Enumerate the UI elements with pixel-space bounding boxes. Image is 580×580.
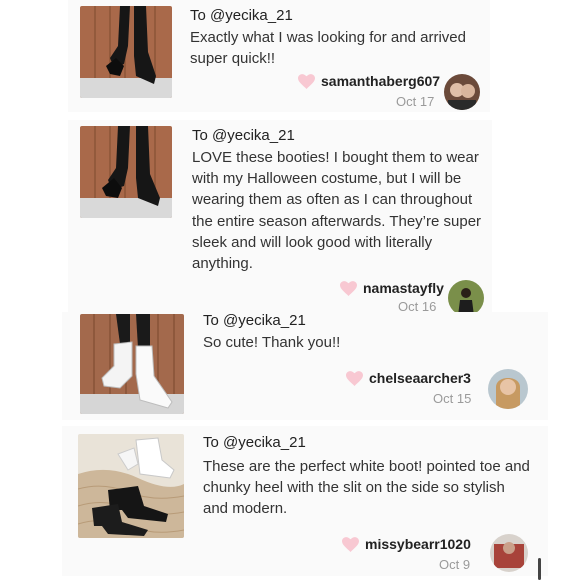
review-date: Oct 9	[439, 557, 471, 572]
review-card: To @yecika_21 LOVE these booties! I boug…	[68, 120, 492, 316]
review-text: So cute! Thank you!!	[203, 334, 341, 351]
review-text: LOVE these booties! I bought them to wea…	[192, 149, 482, 273]
review-author[interactable]: missybearr1020	[342, 536, 471, 552]
avatar[interactable]	[488, 369, 528, 409]
review-author[interactable]: namastayfly	[340, 280, 444, 296]
heart-icon[interactable]	[346, 370, 363, 386]
recipient-label: To @yecika_21	[190, 7, 293, 24]
review-author[interactable]: chelseaarcher3	[346, 370, 471, 386]
username[interactable]: samanthaberg607	[321, 73, 440, 89]
review-date: Oct 17	[396, 94, 435, 109]
username[interactable]: chelseaarcher3	[369, 370, 471, 386]
product-thumbnail[interactable]	[80, 126, 172, 218]
review-card: To @yecika_21 So cute! Thank you!! chels…	[62, 312, 548, 420]
recipient-label: To @yecika_21	[192, 127, 295, 144]
boot-photo-image	[80, 314, 184, 414]
recipient-label: To @yecika_21	[203, 434, 306, 451]
boot-photo-image	[78, 434, 184, 538]
heart-icon[interactable]	[340, 280, 357, 296]
boot-photo-image	[80, 6, 172, 98]
avatar[interactable]	[490, 534, 528, 572]
review-author[interactable]: samanthaberg607	[298, 73, 440, 89]
review-card: To @yecika_21 Exactly what I was looking…	[68, 0, 490, 112]
review-text: Exactly what I was looking for and arriv…	[190, 29, 466, 68]
review-text: These are the perfect white boot! pointe…	[203, 458, 530, 518]
username[interactable]: namastayfly	[363, 280, 444, 296]
product-thumbnail[interactable]	[78, 434, 184, 538]
avatar[interactable]	[444, 74, 480, 110]
recipient-label: To @yecika_21	[203, 312, 306, 329]
product-thumbnail[interactable]	[80, 314, 184, 414]
avatar[interactable]	[448, 280, 484, 316]
scrollbar[interactable]	[538, 558, 541, 580]
product-thumbnail[interactable]	[80, 6, 172, 98]
heart-icon[interactable]	[298, 73, 315, 89]
heart-icon[interactable]	[342, 536, 359, 552]
review-date: Oct 15	[433, 391, 472, 406]
username[interactable]: missybearr1020	[365, 536, 471, 552]
review-card: To @yecika_21 These are the perfect whit…	[62, 426, 548, 576]
boot-photo-image	[80, 126, 172, 218]
